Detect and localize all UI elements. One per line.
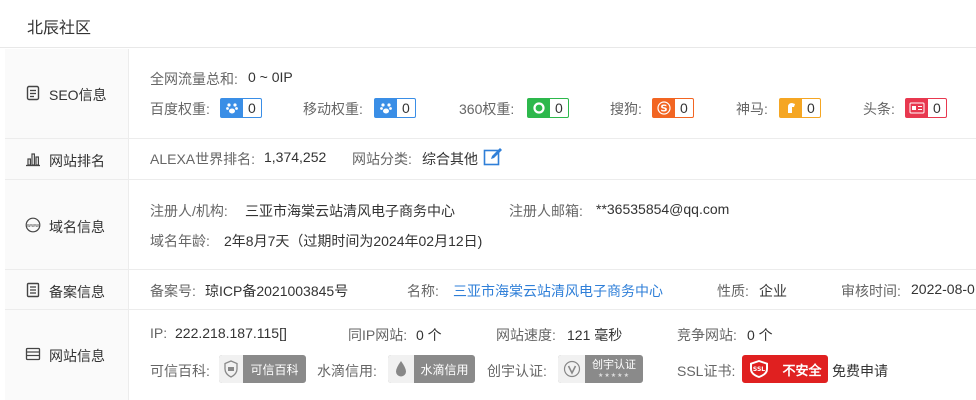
toutiao-rank-value: 0: [933, 100, 941, 116]
icp-label-cell: 备案信息: [5, 270, 129, 309]
shuidi-badge-text: 水滴信用: [420, 362, 469, 377]
www-globe-icon: www: [25, 217, 41, 233]
edit-icon[interactable]: [483, 147, 503, 167]
mobile-rank-badge[interactable]: 0: [374, 98, 416, 118]
icp-number-label: 备案号:: [150, 283, 196, 299]
chuangyu-badge-text: 创宇认证: [592, 358, 636, 371]
shuidi-label: 水滴信用:: [317, 363, 377, 379]
water-drop-icon: [388, 355, 414, 383]
record-book-icon: [25, 282, 41, 298]
360-ring-icon: [528, 99, 550, 117]
mobile-rank-value: 0: [402, 100, 410, 116]
page-header: 北辰社区: [0, 0, 976, 48]
mobile-paw-icon: [375, 99, 397, 117]
alexa-label: ALEXA世界排名:: [150, 151, 256, 167]
icp-name-label: 名称:: [407, 283, 439, 299]
registrant-value: 三亚市海棠云站清风电子商务中心: [245, 203, 455, 219]
alexa-value: 1,374,252: [264, 149, 327, 165]
ssl-status-text: 不安全: [782, 362, 822, 378]
ssl-badge[interactable]: SSL 不安全: [742, 355, 828, 383]
compete-label: 竞争网站:: [677, 327, 737, 343]
baidu-paw-icon: [221, 99, 243, 117]
domain-label: 域名信息: [49, 219, 105, 235]
sogou-s-icon: S: [653, 99, 675, 117]
domain-age-value: 2年8月7天（过期时间为2024年02月12日): [224, 233, 483, 249]
svg-text:S: S: [660, 104, 667, 115]
shenma-rank-value: 0: [807, 100, 815, 116]
seo-label: SEO信息: [49, 87, 107, 103]
icp-label: 备案信息: [49, 284, 105, 300]
360-rank-value: 0: [555, 100, 563, 116]
site-label-cell: 网站信息: [5, 310, 129, 400]
baidu-rank-value: 0: [248, 100, 256, 116]
chuangyu-badge[interactable]: 创宇认证 ★★★★★: [558, 355, 643, 383]
icp-nature-value: 企业: [759, 283, 787, 299]
registrant-label: 注册人/机构:: [150, 203, 228, 219]
category-value: 综合其他: [422, 151, 478, 167]
icp-row: 备案信息 备案号: 琼ICP备2021003845号 名称: 三亚市海棠云站清风…: [5, 270, 976, 310]
toutiao-rank-label: 头条:: [863, 101, 895, 117]
site-label: 网站信息: [49, 348, 105, 364]
traffic-label: 全网流量总和:: [150, 71, 238, 87]
site-info-row: 网站信息 IP: 222.218.187.115[] 同IP网站: 0 个 网站…: [5, 310, 976, 400]
mobile-rank-label: 移动权重:: [303, 101, 363, 117]
ssl-apply-link[interactable]: 免费申请: [832, 361, 888, 381]
sogou-rank-value: 0: [680, 100, 688, 116]
traffic-value: 0 ~ 0IP: [248, 69, 293, 85]
category-label: 网站分类:: [352, 151, 412, 167]
sogou-rank-badge[interactable]: S 0: [652, 98, 694, 118]
ssl-label: SSL证书:: [677, 363, 736, 379]
chuangyu-badge-text-group: 创宇认证 ★★★★★: [585, 359, 643, 380]
shenma-rank-badge[interactable]: 0: [779, 98, 821, 118]
baidu-rank-badge[interactable]: 0: [220, 98, 262, 118]
ranking-label-cell: 网站排名: [5, 139, 129, 179]
same-ip-value: 0 个: [416, 327, 442, 343]
baike-shield-icon: [219, 355, 243, 383]
server-icon: [25, 346, 41, 362]
baike-badge[interactable]: 可信百科: [219, 355, 306, 383]
shenma-horse-icon: [780, 99, 802, 117]
seo-info-row: SEO信息 全网流量总和: 0 ~ 0IP 百度权重: 0 移动权重: 0 36…: [5, 49, 976, 139]
email-label: 注册人邮箱:: [509, 203, 583, 219]
seo-label-cell: SEO信息: [5, 49, 129, 138]
360-rank-label: 360权重:: [459, 101, 515, 117]
chuangyu-badge-stars: ★★★★★: [598, 372, 630, 379]
email-value: **36535854@qq.com: [596, 201, 730, 217]
domain-row: www 域名信息 注册人/机构: 三亚市海棠云站清风电子商务中心 注册人邮箱: …: [5, 180, 976, 270]
domain-label-cell: www 域名信息: [5, 180, 129, 269]
icp-nature-label: 性质:: [717, 283, 749, 299]
compete-value: 0 个: [747, 327, 773, 343]
icp-audit-value: 2022-08-0: [911, 281, 975, 297]
sogou-rank-label: 搜狗:: [610, 101, 642, 117]
speed-label: 网站速度:: [496, 327, 556, 343]
document-icon: [25, 85, 41, 101]
ssl-icon-text: SSL: [753, 366, 765, 373]
toutiao-rank-badge[interactable]: 0: [905, 98, 947, 118]
svg-text:www: www: [27, 223, 39, 229]
ip-value: 222.218.187.115[]: [175, 325, 287, 341]
ip-label: IP:: [150, 325, 168, 341]
speed-value: 121 毫秒: [567, 327, 623, 343]
360-rank-badge[interactable]: 0: [527, 98, 569, 118]
shuidi-badge[interactable]: 水滴信用: [388, 355, 475, 383]
baidu-rank-label: 百度权重:: [150, 101, 210, 117]
bar-chart-icon: [25, 151, 41, 167]
page-title: 北辰社区: [27, 20, 92, 37]
ranking-row: 网站排名 ALEXA世界排名: 1,374,252 网站分类: 综合其他: [5, 139, 976, 180]
toutiao-icon: [906, 99, 928, 117]
chuangyu-label: 创宇认证:: [487, 363, 547, 379]
icp-number-value: 琼ICP备2021003845号: [205, 283, 349, 299]
ssl-shield-icon: SSL: [742, 355, 776, 383]
chuangyu-v-icon: [558, 355, 585, 383]
shenma-rank-label: 神马:: [736, 101, 768, 117]
domain-age-label: 域名年龄:: [150, 233, 210, 249]
baike-label: 可信百科:: [150, 363, 210, 379]
icp-audit-label: 审核时间:: [841, 283, 901, 299]
baike-badge-text: 可信百科: [250, 362, 299, 377]
same-ip-label: 同IP网站:: [348, 327, 408, 343]
ranking-label: 网站排名: [49, 153, 105, 169]
icp-name-link[interactable]: 三亚市海棠云站清风电子商务中心: [453, 281, 663, 301]
